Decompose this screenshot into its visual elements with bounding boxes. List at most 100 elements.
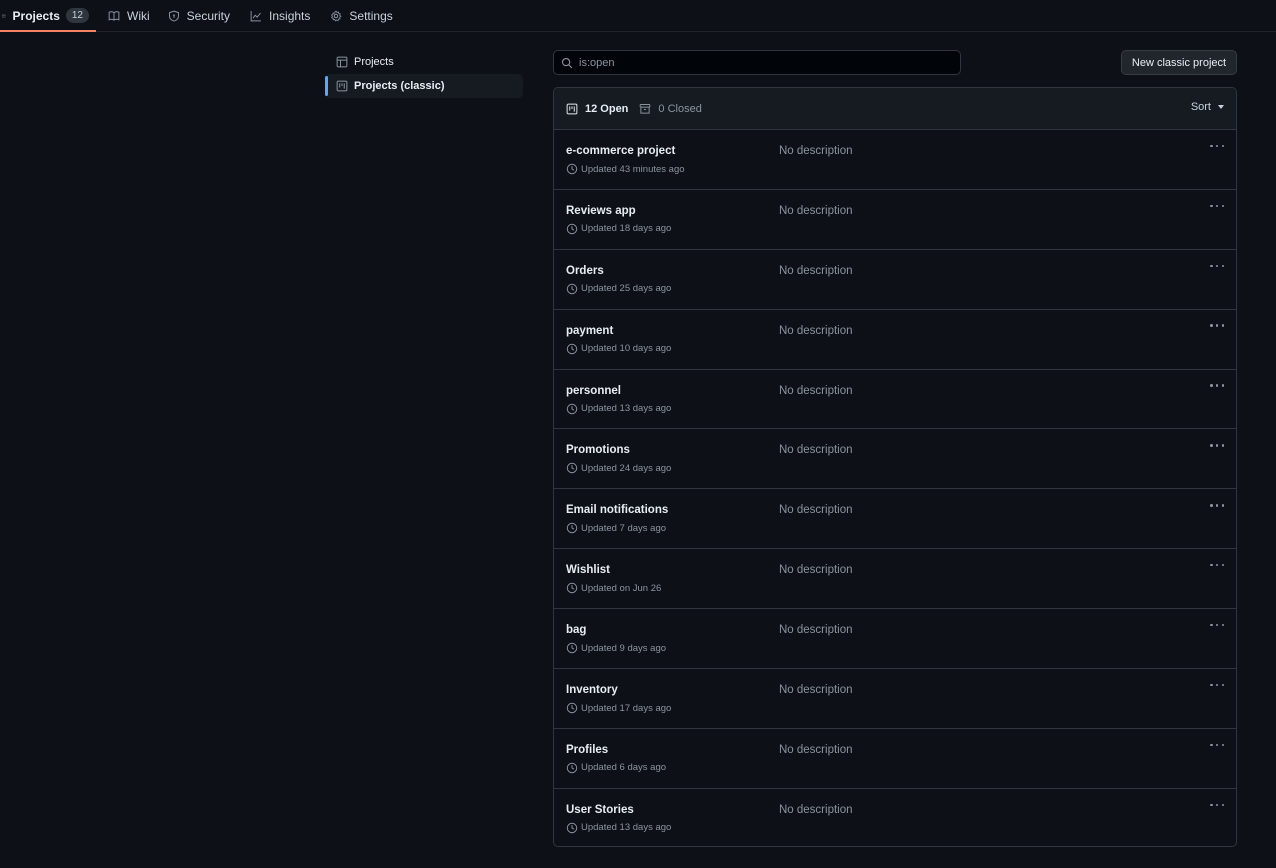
clock-icon — [566, 702, 578, 714]
project-title-link[interactable]: Profiles — [566, 744, 608, 756]
kebab-menu-icon[interactable] — [1210, 681, 1224, 689]
project-row: Promotions Updated 24 days ago No descript… — [554, 429, 1236, 490]
graph-icon — [250, 10, 261, 21]
search-field[interactable] — [553, 50, 961, 75]
tab-insights-label: Insights — [269, 8, 311, 23]
clock-icon — [566, 343, 578, 354]
project-updated-text: Updated 43 minutes ago — [581, 163, 685, 175]
clock-icon — [566, 463, 578, 474]
project-updated: Updated 25 days ago — [566, 283, 671, 295]
project-updated: Updated 9 days ago — [566, 642, 666, 654]
project-updated: Updated 18 days ago — [566, 223, 671, 235]
search-icon — [561, 57, 573, 68]
project-description: No description — [779, 444, 853, 457]
project-title-link[interactable]: e-commerce project — [566, 145, 675, 157]
clock-icon — [566, 283, 578, 294]
project-title-link[interactable]: Email notifications — [566, 504, 668, 516]
tab-projects[interactable]: Projects 12 — [0, 0, 96, 32]
project-title-link[interactable]: payment — [566, 325, 613, 337]
sidenav-item-projects-classic[interactable]: Projects (classic) — [325, 74, 523, 98]
projects-list: 12 Open 0 Closed Sort e-commerce project… — [553, 87, 1237, 847]
clock-icon — [566, 583, 578, 594]
kebab-menu-icon[interactable] — [1210, 382, 1224, 390]
project-title-link[interactable]: personnel — [566, 385, 621, 397]
project-updated-text: Updated 9 days ago — [581, 642, 667, 654]
caret-down-icon — [1218, 105, 1224, 109]
project-row: Orders Updated 25 days ago No description — [554, 250, 1236, 310]
project-description: No description — [779, 145, 853, 157]
project-updated: Updated 13 days ago — [566, 822, 671, 834]
repo-nav: Projects 12 Wiki Security Insights Setti… — [0, 0, 1276, 32]
project-description: No description — [779, 803, 853, 816]
open-count-label: 12 Open — [585, 102, 629, 115]
kebab-menu-icon[interactable] — [1210, 801, 1224, 809]
project-updated: Updated 17 days ago — [566, 702, 671, 714]
project-description: No description — [779, 564, 853, 577]
clock-icon — [566, 223, 578, 235]
project-title-link[interactable]: Wishlist — [566, 564, 610, 576]
project-updated-text: Updated 17 days ago — [581, 702, 672, 714]
kebab-menu-icon[interactable] — [1210, 262, 1224, 270]
kebab-menu-icon[interactable] — [1210, 741, 1224, 749]
project-description: No description — [779, 743, 853, 756]
project-updated: Updated 7 days ago — [566, 522, 666, 534]
tab-security[interactable]: Security — [166, 0, 240, 31]
kebab-menu-icon[interactable] — [1210, 142, 1224, 150]
project-updated: Updated 13 days ago — [566, 403, 671, 415]
project-description: No description — [779, 504, 853, 517]
tab-insights[interactable]: Insights — [248, 0, 320, 31]
archive-icon — [640, 103, 651, 114]
search-input[interactable] — [579, 56, 949, 69]
table-icon — [2, 13, 6, 18]
project-title-link[interactable]: User Stories — [566, 804, 634, 816]
project-updated-text: Updated 10 days ago — [581, 343, 672, 355]
clock-icon — [566, 403, 578, 414]
sort-dropdown[interactable]: Sort — [1191, 101, 1224, 113]
tab-settings-label: Settings — [349, 8, 393, 23]
project-description: No description — [779, 684, 853, 697]
project-updated-text: Updated 13 days ago — [581, 403, 672, 415]
project-description: No description — [779, 324, 853, 337]
project-title-link[interactable]: Orders — [566, 265, 604, 277]
sidenav-item-label: Projects — [354, 56, 394, 68]
kebab-menu-icon[interactable] — [1210, 322, 1224, 330]
project-updated: Updated 10 days ago — [566, 343, 671, 355]
kebab-menu-icon[interactable] — [1210, 441, 1224, 449]
kebab-menu-icon[interactable] — [1210, 501, 1224, 509]
tab-security-label: Security — [186, 8, 231, 23]
shield-icon — [168, 10, 179, 22]
project-title-link[interactable]: Reviews app — [566, 205, 636, 217]
project-title-link[interactable]: Inventory — [566, 684, 618, 696]
project-row: User Stories Updated 13 days ago No descri… — [554, 789, 1236, 846]
clock-icon — [566, 822, 578, 834]
closed-filter[interactable]: 0 Closed — [639, 103, 702, 115]
project-row: Email notifications Updated 7 days ago No … — [554, 489, 1236, 550]
tab-wiki-label: Wiki — [127, 8, 150, 23]
project-updated: Updated 43 minutes ago — [566, 163, 685, 175]
sidenav-item-projects[interactable]: Projects — [325, 50, 523, 74]
project-row: Inventory Updated 17 days ago No descripti… — [554, 669, 1236, 729]
tab-settings[interactable]: Settings — [328, 0, 402, 31]
kebab-menu-icon[interactable] — [1210, 202, 1224, 210]
kebab-menu-icon[interactable] — [1210, 621, 1224, 629]
project-updated-text: Updated 6 days ago — [581, 762, 667, 774]
gear-icon — [331, 10, 342, 22]
project-row: Profiles Updated 6 days ago No description — [554, 729, 1236, 789]
project-description: No description — [779, 384, 853, 397]
project-title-link[interactable]: bag — [566, 624, 586, 636]
tab-wiki[interactable]: Wiki — [106, 0, 160, 31]
projects-count-badge: 12 — [65, 8, 89, 23]
kebab-menu-icon[interactable] — [1210, 561, 1224, 569]
project-description: No description — [779, 264, 853, 277]
project-updated: Updated 24 days ago — [566, 462, 671, 474]
projects-sidenav: Projects Projects (classic) — [325, 50, 523, 98]
project-updated-text: Updated 7 days ago — [581, 522, 667, 534]
open-filter[interactable]: 12 Open — [566, 103, 628, 115]
project-description: No description — [779, 624, 853, 637]
new-classic-project-button[interactable]: New classic project — [1121, 50, 1237, 75]
clock-icon — [566, 762, 578, 774]
project-title-link[interactable]: Promotions — [566, 444, 630, 456]
project-updated-text: Updated on Jun 26 — [581, 582, 662, 594]
project-row: personnel Updated 13 days ago No descripti… — [554, 370, 1236, 430]
project-board-icon — [566, 103, 578, 114]
